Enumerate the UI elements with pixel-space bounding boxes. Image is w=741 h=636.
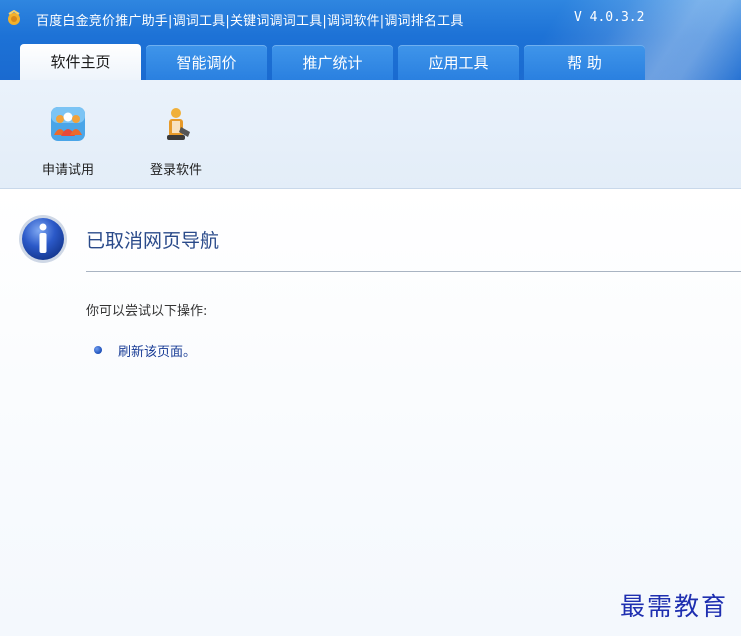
tab-promotion-stats[interactable]: 推广统计 bbox=[272, 45, 393, 80]
toolbar: 申请试用 登录软件 bbox=[0, 80, 741, 189]
user-login-icon bbox=[157, 105, 195, 143]
tab-home[interactable]: 软件主页 bbox=[20, 44, 141, 80]
title-bar: 百度白金竞价推广助手|调词工具|关键词调词工具|调词软件|调词排名工具 V 4.… bbox=[0, 0, 741, 80]
info-icon bbox=[17, 213, 69, 265]
heading-divider bbox=[86, 271, 741, 272]
tab-help[interactable]: 帮 助 bbox=[524, 45, 645, 80]
navigation-canceled-page: 已取消网页导航 你可以尝试以下操作: 刷新该页面。 bbox=[0, 189, 741, 636]
bullet-icon bbox=[94, 346, 102, 354]
people-icon bbox=[49, 105, 87, 143]
tab-smart-bidding[interactable]: 智能调价 bbox=[146, 45, 267, 80]
refresh-page-link[interactable]: 刷新该页面。 bbox=[118, 341, 196, 360]
version-label: V 4.0.3.2 bbox=[574, 10, 645, 25]
window-title: 百度白金竞价推广助手|调词工具|关键词调词工具|调词软件|调词排名工具 bbox=[36, 14, 464, 29]
app-logo-icon[interactable] bbox=[6, 9, 22, 26]
tab-app-tools[interactable]: 应用工具 bbox=[398, 45, 519, 80]
page-heading: 已取消网页导航 bbox=[86, 230, 220, 252]
watermark-text: 最需教育 bbox=[620, 592, 729, 621]
login-label: 登录软件 bbox=[150, 163, 203, 178]
apply-trial-button[interactable]: 申请试用 bbox=[42, 105, 94, 178]
apply-trial-label: 申请试用 bbox=[42, 163, 95, 178]
suggestion-text: 你可以尝试以下操作: bbox=[86, 304, 208, 319]
login-button[interactable]: 登录软件 bbox=[150, 105, 202, 178]
